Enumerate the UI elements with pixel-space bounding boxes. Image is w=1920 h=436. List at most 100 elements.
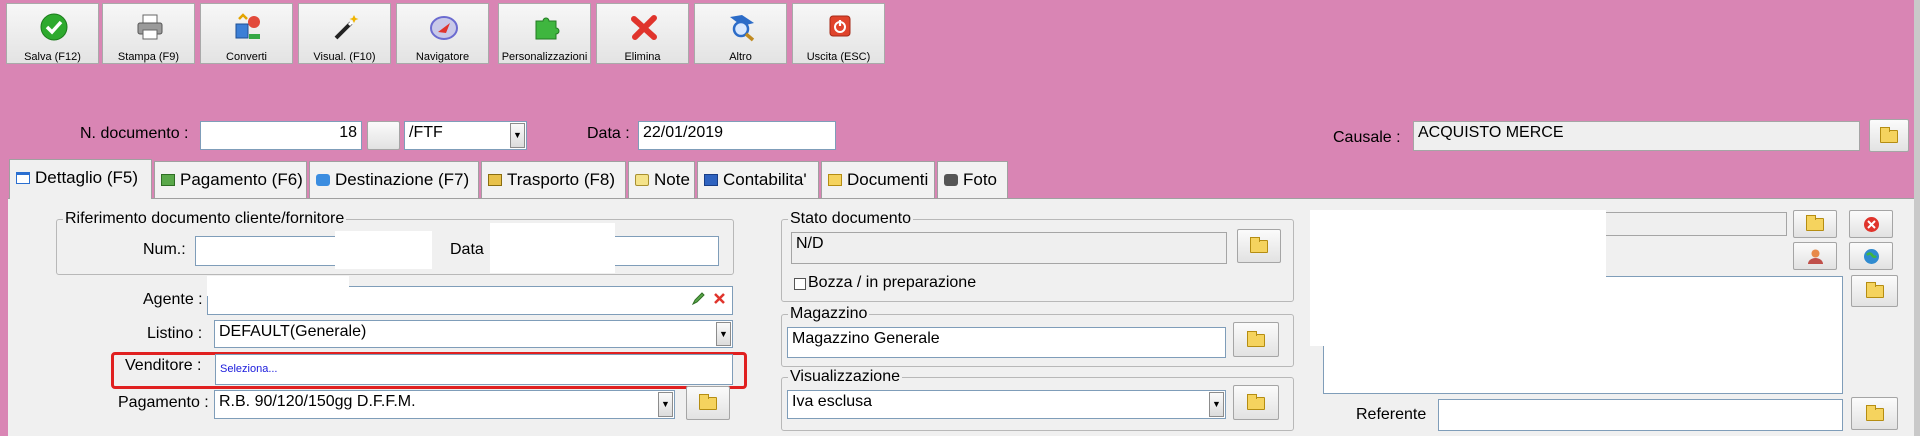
- listino-label: Listino :: [147, 325, 203, 342]
- convert-label: Converti: [226, 51, 267, 63]
- tab-label: Trasporto (F8): [507, 170, 616, 189]
- puzzle-icon: [535, 17, 560, 40]
- visual-group-legend: Visualizzazione: [790, 368, 900, 385]
- doc-number-input[interactable]: 18: [200, 121, 362, 150]
- pagamento-select[interactable]: R.B. 90/120/150gg D.F.F.M. ▼: [214, 390, 675, 419]
- clear-x-icon[interactable]: [713, 292, 726, 305]
- magazzino-input[interactable]: Magazzino Generale: [787, 327, 1226, 358]
- view-label: Visual. (F10): [313, 51, 376, 63]
- address-browse-button[interactable]: [1851, 275, 1898, 307]
- delete-x-icon: [631, 15, 657, 40]
- tab-label: Note: [654, 170, 690, 189]
- pagamento-label: Pagamento :: [118, 394, 209, 411]
- exit-icon: [829, 15, 851, 37]
- redacted-area: [490, 223, 615, 273]
- rif-group-legend: Riferimento documento cliente/fornitore: [65, 210, 345, 227]
- tab-contabilita[interactable]: Contabilita': [697, 161, 819, 198]
- navigator-button[interactable]: Navigatore: [396, 3, 489, 64]
- stato-display: N/D: [791, 232, 1227, 264]
- user-button[interactable]: [1793, 242, 1837, 270]
- money-icon: [161, 174, 175, 186]
- check-icon: [40, 13, 68, 41]
- printer-icon: [137, 14, 163, 40]
- delete-button[interactable]: Elimina: [596, 3, 689, 64]
- destination-icon: [316, 174, 330, 186]
- chevron-down-icon[interactable]: ▼: [716, 322, 731, 346]
- causale-browse-button[interactable]: [1869, 119, 1909, 152]
- date-input[interactable]: 22/01/2019: [638, 121, 836, 150]
- exit-button[interactable]: Uscita (ESC): [792, 3, 885, 64]
- note-icon: [635, 174, 649, 186]
- view-button[interactable]: Visual. (F10): [298, 3, 391, 64]
- magazzino-browse-button[interactable]: [1233, 322, 1279, 357]
- chevron-down-icon[interactable]: ▼: [658, 392, 673, 417]
- book-icon: [704, 174, 718, 186]
- tab-foto[interactable]: Foto: [937, 161, 1008, 198]
- referente-label: Referente: [1356, 406, 1427, 423]
- tab-label: Pagamento (F6): [180, 170, 303, 189]
- supplier-clear-button[interactable]: [1849, 210, 1893, 238]
- tab-label: Dettaglio (F5): [35, 168, 138, 187]
- referente-browse-button[interactable]: [1851, 397, 1898, 430]
- truck-icon: [488, 174, 502, 186]
- visual-browse-button[interactable]: [1233, 385, 1279, 420]
- edit-pencil-icon[interactable]: [691, 291, 706, 306]
- delete-label: Elimina: [624, 51, 661, 63]
- magazzino-group-legend: Magazzino: [790, 305, 868, 322]
- pagamento-browse-button[interactable]: [686, 386, 730, 420]
- folder-icon: [1806, 215, 1824, 231]
- globe-icon: [1864, 249, 1879, 264]
- folder-icon: [1865, 282, 1884, 298]
- listino-select[interactable]: DEFAULT(Generale) ▼: [214, 320, 733, 348]
- magnifier-icon: [730, 15, 755, 42]
- bozza-label: Bozza / in preparazione: [808, 274, 977, 291]
- chevron-down-icon[interactable]: ▼: [1209, 392, 1224, 417]
- doc-suffix-select[interactable]: /FTF ▼: [404, 121, 527, 150]
- folder-icon: [828, 174, 842, 186]
- doc-number-label: N. documento :: [80, 125, 189, 142]
- tab-note[interactable]: Note: [628, 161, 695, 198]
- tab-dettaglio[interactable]: Dettaglio (F5): [9, 159, 152, 199]
- folder-icon: [1250, 237, 1268, 253]
- save-label: Salva (F12): [24, 51, 81, 63]
- venditore-label: Venditore :: [125, 357, 202, 374]
- customizations-button[interactable]: Personalizzazioni: [498, 3, 591, 64]
- causale-label: Causale :: [1333, 129, 1401, 146]
- more-button[interactable]: Altro: [694, 3, 787, 64]
- folder-icon: [699, 394, 717, 410]
- doc-number-spinner[interactable]: [367, 121, 400, 150]
- referente-input[interactable]: [1438, 399, 1843, 431]
- pagamento-value: R.B. 90/120/150gg D.F.F.M.: [219, 393, 416, 410]
- convert-icon: [235, 13, 260, 39]
- print-button[interactable]: Stampa (F9): [102, 3, 195, 64]
- folder-icon: [1247, 393, 1265, 410]
- redacted-area: [207, 276, 349, 296]
- date-label: Data :: [587, 125, 630, 142]
- bozza-checkbox[interactable]: [794, 278, 806, 290]
- supplier-browse-button[interactable]: [1793, 210, 1837, 238]
- compass-icon: [430, 16, 458, 40]
- num-label: Num.:: [143, 241, 186, 258]
- stato-group-legend: Stato documento: [790, 210, 911, 227]
- redacted-area: [1310, 210, 1606, 346]
- camera-icon: [944, 174, 958, 186]
- venditore-select-link[interactable]: Seleziona...: [215, 354, 733, 385]
- convert-button[interactable]: Converti: [200, 3, 293, 64]
- web-button[interactable]: [1849, 242, 1893, 270]
- customizations-label: Personalizzazioni: [501, 51, 588, 63]
- window-icon: [16, 172, 30, 184]
- tab-destinazione[interactable]: Destinazione (F7): [309, 161, 479, 198]
- user-icon: [1808, 249, 1823, 264]
- visual-select[interactable]: Iva esclusa ▼: [787, 390, 1226, 419]
- save-button[interactable]: Salva (F12): [6, 3, 99, 64]
- folder-icon: [1865, 404, 1884, 421]
- chevron-down-icon[interactable]: ▼: [510, 123, 525, 148]
- tab-pagamento[interactable]: Pagamento (F6): [154, 161, 307, 198]
- tab-trasporto[interactable]: Trasporto (F8): [481, 161, 626, 198]
- doc-suffix-value: /FTF: [409, 124, 443, 141]
- causale-input[interactable]: ACQUISTO MERCE: [1413, 121, 1860, 151]
- window-edge: [1914, 0, 1920, 436]
- agente-label: Agente :: [143, 291, 203, 308]
- stato-browse-button[interactable]: [1237, 229, 1281, 263]
- tab-documenti[interactable]: Documenti: [821, 161, 935, 198]
